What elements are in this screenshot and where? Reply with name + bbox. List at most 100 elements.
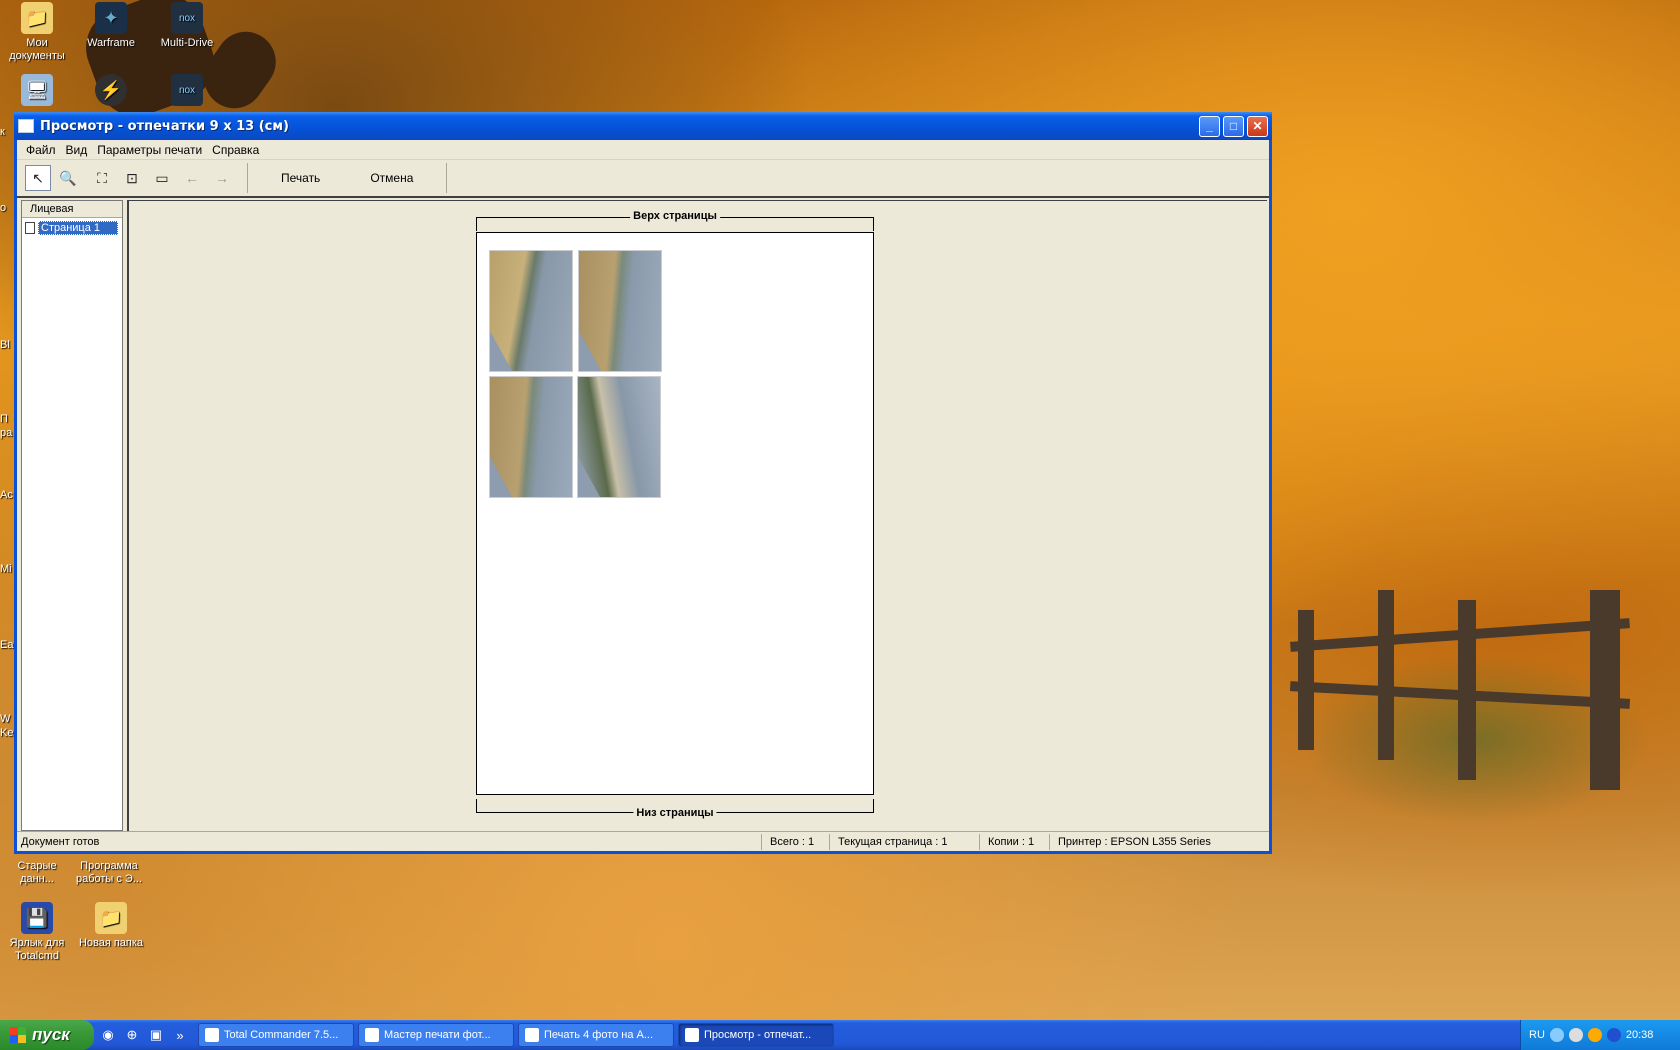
desktop-icon-label: Ярлык для Totalcmd — [9, 937, 65, 962]
desktop-icon-program[interactable]: Программа работы с Э... — [72, 860, 146, 886]
wallpaper-fence-post — [1298, 610, 1314, 750]
status-current-page: Текущая страница : 1 — [829, 833, 979, 850]
folder-docs-icon: 📁 — [21, 2, 53, 34]
zoom-tool-button[interactable]: 🔍 — [55, 165, 81, 191]
desktop-edge-label: Ke — [0, 727, 14, 739]
pages-panel: Лицевая Страница 1 — [21, 200, 123, 831]
fit-page-button[interactable]: ⛶ — [89, 165, 115, 191]
desktop-edge-label: к — [0, 126, 5, 138]
start-label: пуск — [32, 1025, 70, 1044]
system-tray: RU 20:38 — [1520, 1020, 1680, 1050]
preview-area[interactable]: Верх страницы Низ страницы — [127, 200, 1267, 831]
arrow-left-icon: ← — [185, 170, 199, 186]
status-bar: Документ готов Всего : 1 Текущая страниц… — [17, 831, 1269, 851]
printer-tray-icon[interactable] — [1568, 1028, 1583, 1042]
page-view-button[interactable]: ▭ — [149, 165, 175, 191]
desktop-edge-label: ра — [0, 427, 13, 439]
nox-icon: nox — [171, 74, 203, 106]
menu-file[interactable]: Файл — [21, 143, 61, 157]
update-icon[interactable] — [1587, 1028, 1602, 1042]
taskbar-task-total-commander[interactable]: Total Commander 7.5... — [198, 1023, 354, 1047]
chevron-right-icon[interactable]: » — [172, 1027, 188, 1043]
maximize-button[interactable]: □ — [1223, 115, 1244, 137]
next-page-button[interactable]: → — [209, 165, 235, 191]
preview-page[interactable] — [476, 232, 874, 795]
pages-panel-header[interactable]: Лицевая — [22, 201, 122, 218]
window-titlebar[interactable]: Просмотр - отпечатки 9 x 13 (см) _ □ ✕ — [14, 112, 1272, 140]
desktop-icon-app[interactable]: ⚡ — [74, 74, 148, 109]
print-button[interactable]: Печать — [256, 171, 345, 185]
magnifier-icon: 🔍 — [59, 169, 77, 186]
desktop-icon-label: Warframe — [87, 37, 135, 49]
page-top-label: Верх страницы — [630, 210, 720, 222]
lightning-icon: ⚡ — [95, 74, 127, 106]
print-preview-window: Просмотр - отпечатки 9 x 13 (см) _ □ ✕ Ф… — [14, 112, 1272, 854]
warframe-icon: ✦ — [95, 2, 127, 34]
floppy-icon[interactable]: ▣ — [148, 1027, 164, 1043]
fit-page-icon: ⛶ — [97, 169, 107, 186]
task-label: Мастер печати фот... — [384, 1029, 491, 1041]
desktop-icon-old-data[interactable]: Старые данн... — [0, 860, 74, 886]
cursor-arrow-icon: ↖ — [32, 169, 44, 186]
printer-icon — [365, 1028, 379, 1042]
desktop-icon-label: Программа работы с Э... — [75, 860, 143, 885]
photo-thumbnail[interactable] — [577, 376, 661, 498]
network-icon[interactable] — [1549, 1028, 1564, 1042]
windows-flag-icon — [10, 1027, 26, 1043]
taskbar-task-print-wizard[interactable]: Мастер печати фот... — [358, 1023, 514, 1047]
arrow-right-icon: → — [215, 170, 229, 186]
bluetooth-icon[interactable] — [1606, 1028, 1621, 1042]
desktop-icon-label: Multi-Drive — [160, 37, 214, 49]
start-button[interactable]: пуск — [0, 1020, 94, 1050]
minimize-button[interactable]: _ — [1199, 115, 1220, 137]
menu-view[interactable]: Вид — [61, 143, 93, 157]
desktop-icon-my-computer[interactable]: 🖥 — [0, 74, 74, 109]
zoom-page-icon: ⊡ — [126, 169, 138, 186]
nox-icon: nox — [171, 2, 203, 34]
task-label: Просмотр - отпечат... — [704, 1029, 812, 1041]
page-frame-icon: ▭ — [155, 169, 169, 186]
quick-launch: ◉ ⊕ ▣ » — [94, 1027, 194, 1043]
plus-circle-icon[interactable]: ⊕ — [124, 1027, 140, 1043]
menu-help[interactable]: Справка — [207, 143, 264, 157]
folder-icon: 📁 — [95, 902, 127, 934]
close-button[interactable]: ✕ — [1247, 115, 1268, 137]
desktop-edge-label: П — [0, 413, 8, 425]
desktop-icon-my-documents[interactable]: 📁 Мои документы — [0, 2, 74, 63]
select-tool-button[interactable]: ↖ — [25, 165, 51, 191]
desktop-icon-multi-drive[interactable]: nox Multi-Drive — [150, 2, 224, 50]
desktop-icon-nox[interactable]: nox — [150, 74, 224, 109]
zoom-page-button[interactable]: ⊡ — [119, 165, 145, 191]
photo-thumbnail[interactable] — [489, 376, 573, 498]
status-message: Документ готов — [21, 835, 100, 848]
computer-icon: 🖥 — [21, 74, 53, 106]
desktop-icon-warframe[interactable]: ✦ Warframe — [74, 2, 148, 50]
desktop-edge-label: Ea — [0, 639, 14, 651]
menu-print-settings[interactable]: Параметры печати — [92, 143, 207, 157]
page-top-marker: Верх страницы — [476, 210, 874, 231]
status-copies: Копии : 1 — [979, 833, 1049, 850]
desktop-icon-totalcmd[interactable]: 💾 Ярлык для Totalcmd — [0, 902, 74, 963]
taskbar-task-chrome[interactable]: Печать 4 фото на А... — [518, 1023, 674, 1047]
window-icon — [685, 1028, 699, 1042]
cancel-button[interactable]: Отмена — [345, 171, 438, 185]
desktop-edge-label: Ac — [0, 489, 13, 501]
chrome-icon[interactable]: ◉ — [100, 1027, 116, 1043]
page-list-item[interactable]: Страница 1 — [22, 220, 122, 236]
window-app-icon[interactable] — [18, 119, 34, 133]
task-label: Total Commander 7.5... — [224, 1029, 339, 1041]
taskbar-task-preview[interactable]: Просмотр - отпечат... — [678, 1023, 834, 1047]
status-total: Всего : 1 — [761, 833, 829, 850]
photo-thumbnail[interactable] — [489, 250, 573, 372]
toolbar-separator — [247, 163, 248, 193]
language-indicator[interactable]: RU — [1529, 1029, 1545, 1041]
desktop-icon-new-folder[interactable]: 📁 Новая папка — [74, 902, 148, 950]
clock[interactable]: 20:38 — [1626, 1029, 1654, 1041]
photo-thumbnail[interactable] — [578, 250, 662, 372]
status-printer: Принтер : EPSON L355 Series — [1049, 833, 1269, 850]
page-bottom-label: Низ страницы — [633, 807, 717, 819]
desktop-icon-label: Новая папка — [78, 937, 144, 949]
menu-bar: Файл Вид Параметры печати Справка — [17, 140, 1269, 160]
previous-page-button[interactable]: ← — [179, 165, 205, 191]
desktop-edge-label: Mi — [0, 563, 12, 575]
